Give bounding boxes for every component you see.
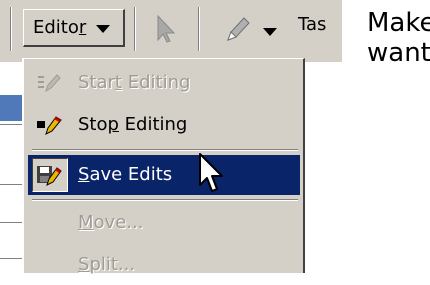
- editor-toolbar: Editor Tas: [0, 0, 342, 62]
- editor-dropdown-menu: Start Editing Stop Editing Save Edits Mo…: [22, 58, 305, 275]
- editor-menu-label: Editor: [33, 17, 87, 38]
- toolbar-separator: [198, 7, 200, 51]
- menu-item-move[interactable]: Move...: [28, 203, 300, 243]
- side-document-text: Make want: [367, 8, 430, 68]
- side-text-line: Make: [367, 8, 430, 38]
- save-edits-icon: [37, 166, 62, 186]
- chevron-down-icon: [96, 25, 110, 33]
- toolbar-separator: [10, 7, 12, 51]
- menu-separator: [32, 149, 298, 151]
- sketch-tool-dropdown-icon[interactable]: [263, 28, 277, 36]
- menu-separator: [32, 199, 298, 201]
- menu-item-label: Move...: [78, 212, 144, 233]
- menu-item-start-editing[interactable]: Start Editing: [28, 63, 300, 103]
- menu-item-save-edits[interactable]: Save Edits: [28, 155, 300, 195]
- stop-editing-icon: [37, 116, 62, 135]
- editor-menu-button[interactable]: Editor: [23, 9, 125, 47]
- edit-tool-arrow-icon[interactable]: [155, 14, 177, 44]
- menu-item-label: Start Editing: [78, 72, 191, 93]
- side-text-line: want: [367, 38, 430, 68]
- toolbar-separator: [134, 7, 136, 51]
- menu-item-label: Stop Editing: [78, 114, 188, 135]
- menu-item-stop-editing[interactable]: Stop Editing: [28, 105, 300, 145]
- sketch-tool-pencil-icon[interactable]: [222, 12, 252, 46]
- menu-item-split[interactable]: Split...: [28, 245, 300, 285]
- background-content: [0, 62, 24, 265]
- mouse-pointer-icon: [199, 153, 223, 192]
- menu-item-label: Split...: [78, 254, 136, 275]
- task-label: Tas: [298, 14, 327, 35]
- background-selection-strip: [0, 95, 24, 121]
- menu-item-label: Save Edits: [78, 164, 173, 185]
- start-editing-icon: [38, 74, 61, 93]
